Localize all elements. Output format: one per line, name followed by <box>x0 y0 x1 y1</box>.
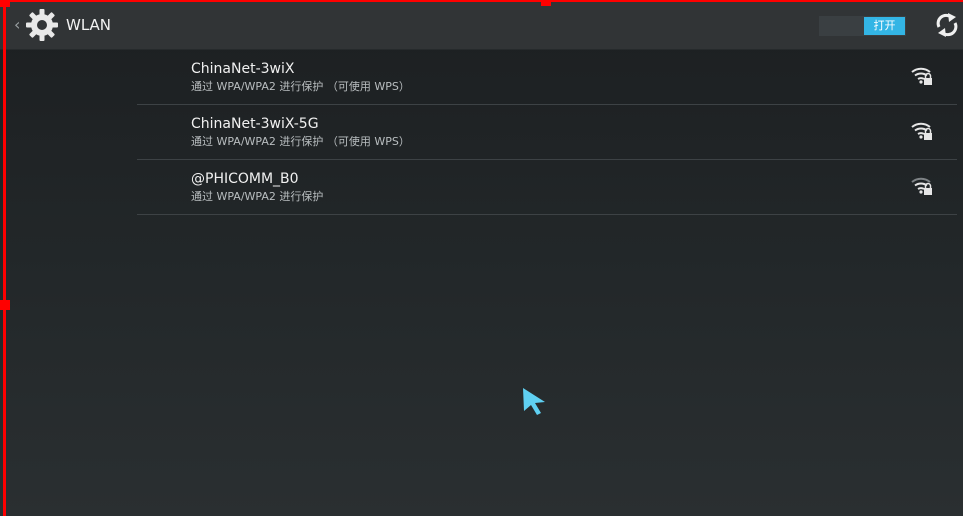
network-ssid: @PHICOMM_B0 <box>191 171 299 187</box>
wifi-lock-icon <box>911 67 932 85</box>
wifi-lock-icon <box>911 177 932 195</box>
wifi-lock-icon <box>911 122 932 140</box>
gear-icon[interactable] <box>24 7 60 43</box>
chevron-left-icon[interactable]: ‹ <box>14 14 24 36</box>
network-item[interactable]: @PHICOMM_B0 通过 WPA/WPA2 进行保护 <box>137 160 957 215</box>
wifi-toggle-label: 打开 <box>864 17 905 35</box>
wlan-settings-screen: ‹ WLAN 打开 ChinaNet-3wiX 通过 WPA/WPA2 进行保护… <box>0 0 963 516</box>
network-ssid: ChinaNet-3wiX <box>191 61 295 77</box>
selection-frame-top <box>0 0 963 2</box>
refresh-icon[interactable] <box>934 12 960 38</box>
action-bar: ‹ WLAN 打开 <box>0 0 963 50</box>
wifi-toggle[interactable]: 打开 <box>819 16 906 36</box>
selection-frame-left <box>3 0 6 516</box>
network-security: 通过 WPA/WPA2 进行保护 （可使用 WPS） <box>191 135 410 148</box>
network-item[interactable]: ChinaNet-3wiX 通过 WPA/WPA2 进行保护 （可使用 WPS） <box>137 50 957 105</box>
page-title: WLAN <box>66 16 112 34</box>
network-ssid: ChinaNet-3wiX-5G <box>191 116 319 132</box>
mouse-cursor-icon <box>523 388 545 415</box>
network-item[interactable]: ChinaNet-3wiX-5G 通过 WPA/WPA2 进行保护 （可使用 W… <box>137 105 957 160</box>
selection-handle[interactable] <box>541 0 551 6</box>
network-list: ChinaNet-3wiX 通过 WPA/WPA2 进行保护 （可使用 WPS）… <box>137 50 957 215</box>
network-security: 通过 WPA/WPA2 进行保护 <box>191 190 324 203</box>
selection-handle[interactable] <box>0 0 10 7</box>
selection-handle[interactable] <box>0 300 10 310</box>
network-security: 通过 WPA/WPA2 进行保护 （可使用 WPS） <box>191 80 410 93</box>
